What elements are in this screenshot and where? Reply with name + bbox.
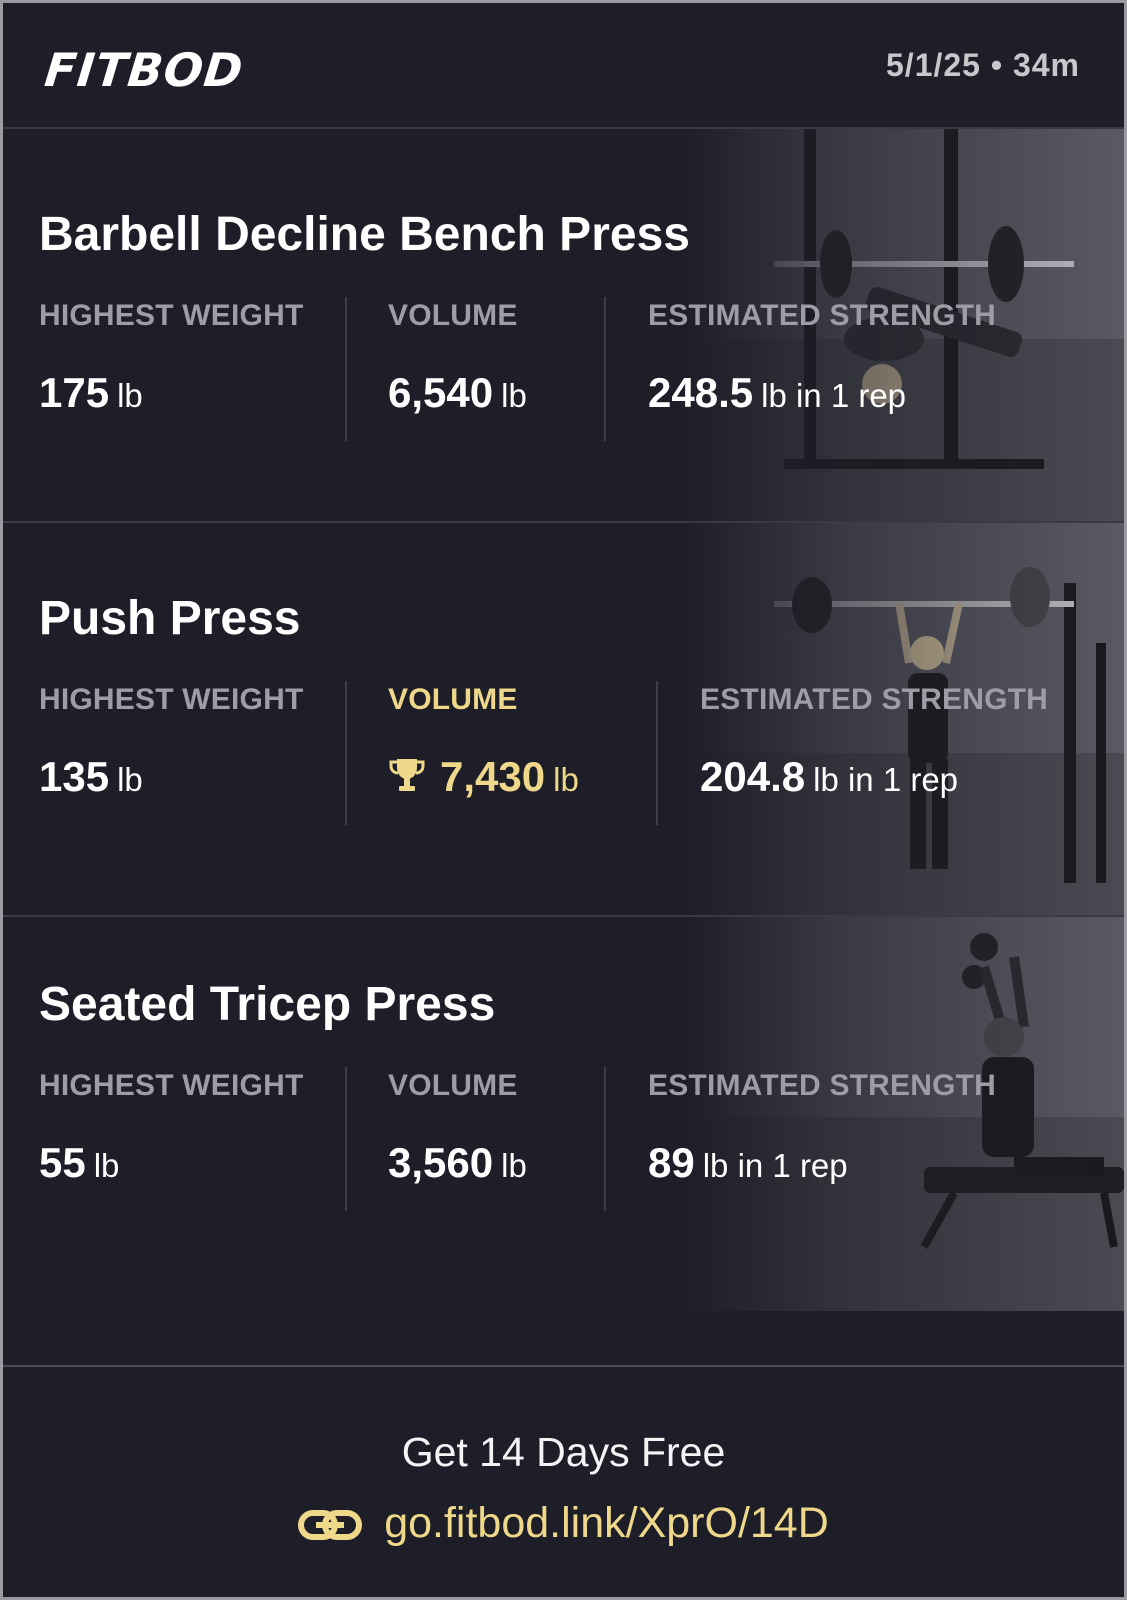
stat-label: VOLUME [388,299,518,332]
stat-label: VOLUME [388,683,518,716]
stat-label: ESTIMATED STRENGTH [648,1069,997,1102]
footer-promo: Get 14 Days Free go.fitbod.link/XprO/14D [3,1365,1124,1597]
stat-label: HIGHEST WEIGHT [39,683,304,716]
value-number: 135 [39,753,110,800]
referral-link[interactable]: go.fitbod.link/XprO/14D [3,1499,1124,1548]
exercise-card: Seated Tricep Press HIGHEST WEIGHT 55 lb … [3,917,1124,1311]
exercise-name: Push Press [39,592,301,645]
value-unit: lb in 1 rep [813,761,959,798]
divider [345,681,347,825]
stat-value: 175 lb [39,369,143,417]
value-unit: lb [117,761,143,798]
stat-label: HIGHEST WEIGHT [39,299,304,332]
value-unit: lb [501,377,527,414]
promo-text: Get 14 Days Free [401,1429,726,1475]
stat-value: 135 lb [39,753,143,801]
value-number: 248.5 [648,369,754,416]
value-unit: lb [117,377,143,414]
stat-value: 204.8 lb in 1 rep [700,753,958,801]
exercise-photo [684,917,1124,1311]
value-unit: lb [553,761,579,798]
exercise-card: Barbell Decline Bench Press HIGHEST WEIG… [3,129,1124,523]
exercise-name: Barbell Decline Bench Press [39,208,690,261]
value-number: 7,430 [440,753,546,800]
stat-label: VOLUME [388,1069,518,1102]
workout-date-duration: 5/1/25 • 34m [886,47,1080,83]
fitbod-logo: FITBOD [42,43,247,97]
divider [345,297,347,441]
stat-value: 55 lb [39,1139,119,1187]
value-number: 204.8 [700,753,806,800]
divider [604,1067,606,1211]
value-number: 89 [648,1139,695,1186]
value-unit: lb in 1 rep [702,1147,848,1184]
stat-value: 7,430 lb [388,753,579,803]
divider [345,1067,347,1211]
stat-value: 3,560 lb [388,1139,527,1187]
value-unit: lb in 1 rep [761,377,907,414]
trophy-icon [388,755,426,803]
workout-summary-card: FITBOD 5/1/25 • 34m Barbell Decline Benc… [0,0,1127,1600]
stat-label: ESTIMATED STRENGTH [648,299,997,332]
header: FITBOD 5/1/25 • 34m [3,3,1124,129]
stat-label: ESTIMATED STRENGTH [700,683,1049,716]
divider [604,297,606,441]
value-number: 3,560 [388,1139,494,1186]
link-icon [298,1510,363,1540]
value-number: 175 [39,369,110,416]
value-unit: lb [501,1147,527,1184]
value-number: 6,540 [388,369,494,416]
exercise-photo [684,523,1124,915]
stat-value: 248.5 lb in 1 rep [648,369,906,417]
value-number: 55 [39,1139,86,1186]
stat-label: HIGHEST WEIGHT [39,1069,304,1102]
exercise-card: Push Press HIGHEST WEIGHT 135 lb VOLUME 7… [3,523,1124,917]
stat-value: 6,540 lb [388,369,527,417]
link-url[interactable]: go.fitbod.link/XprO/14D [384,1499,829,1547]
exercise-name: Seated Tricep Press [39,978,496,1031]
value-unit: lb [93,1147,120,1184]
divider [656,681,658,825]
stat-value: 89 lb in 1 rep [648,1139,848,1187]
